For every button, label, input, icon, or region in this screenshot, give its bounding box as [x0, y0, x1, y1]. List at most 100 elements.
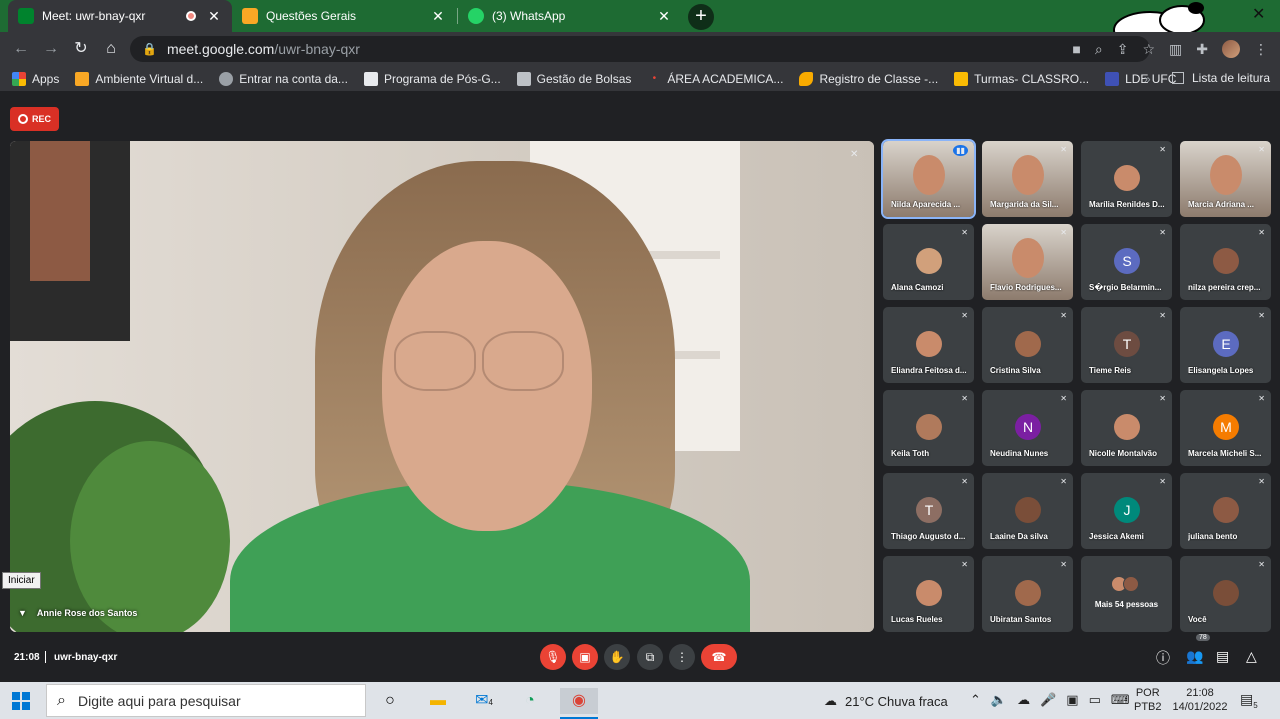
bookmark-area-academica[interactable]: • ÁREA ACADEMICA...: [647, 72, 784, 86]
address-bar[interactable]: 🔒 meet.google.com /uwr-bnay-qxr: [130, 36, 1150, 62]
share-icon[interactable]: ⇪: [1117, 41, 1129, 58]
participant-tile[interactable]: ✕ Laaine Da silva: [982, 473, 1073, 549]
leave-call-button[interactable]: ☎: [701, 644, 737, 670]
close-icon[interactable]: ✕: [206, 8, 222, 25]
more-options-button[interactable]: ⋮: [669, 644, 695, 670]
participant-tile[interactable]: ✕ Eliandra Feitosa d...: [883, 307, 974, 383]
bookmark-ambiente-virtual[interactable]: Ambiente Virtual d...: [75, 71, 203, 86]
participant-face: [913, 155, 945, 195]
bookmarks-overflow-button[interactable]: »: [1144, 72, 1151, 86]
participant-face: [1012, 238, 1044, 278]
mic-off-icon: ✕: [1258, 145, 1265, 154]
weather-widget[interactable]: ☁ 21°C Chuva fraca: [824, 693, 948, 709]
bolsas-icon: [516, 71, 531, 86]
camera-toggle-button[interactable]: ▣: [572, 644, 598, 670]
close-icon[interactable]: ✕: [430, 8, 446, 25]
microphone-icon[interactable]: 🎤: [1040, 692, 1056, 708]
reading-list-button[interactable]: Lista de leitura: [1172, 71, 1270, 85]
new-tab-button[interactable]: +: [688, 4, 714, 30]
battery-icon[interactable]: ▭: [1089, 692, 1101, 708]
bookmark-programa-pos[interactable]: Programa de Pós-G...: [363, 71, 501, 86]
reading-mode-icon[interactable]: ▥: [1169, 41, 1182, 58]
notification-center-icon[interactable]: ▤5: [1240, 691, 1258, 710]
profile-avatar[interactable]: [1222, 40, 1240, 58]
forward-arrow-icon[interactable]: →: [40, 38, 62, 60]
task-view-icon[interactable]: ○: [376, 688, 404, 714]
onedrive-icon[interactable]: ☁: [1017, 692, 1030, 708]
system-clock[interactable]: 21:08 14/01/2022: [1170, 686, 1230, 714]
keyboard-layout: PTB2: [1134, 701, 1162, 713]
chrome-icon[interactable]: ◉: [560, 688, 598, 714]
windows-start-icon[interactable]: [12, 692, 30, 710]
participant-tile[interactable]: J ✕ Jessica Akemi: [1081, 473, 1172, 549]
meet-stage: REC ✕ ▼ Annie Rose dos Santos ▮▮ Nilda Apa…: [0, 92, 1280, 682]
meeting-info-icon[interactable]: ⓘ: [1156, 648, 1170, 668]
mail-icon[interactable]: ✉4: [470, 688, 498, 714]
participant-tile[interactable]: ✕ Marcia Adriana ...: [1180, 141, 1271, 217]
window-close-icon[interactable]: ✕: [1252, 4, 1265, 24]
bookmark-star-icon[interactable]: ☆: [1142, 41, 1155, 58]
chat-icon[interactable]: ▤: [1216, 648, 1229, 665]
participant-tile[interactable]: ✕ juliana bento: [1180, 473, 1271, 549]
participant-count-badge: 78: [1196, 634, 1210, 641]
participant-tile[interactable]: ✕ Nicolle Montalvão: [1081, 390, 1172, 466]
meet-favicon-icon: [18, 8, 34, 24]
participant-tile[interactable]: E ✕ Elisangela Lopes: [1180, 307, 1271, 383]
people-icon[interactable]: 👥: [1186, 648, 1203, 665]
bookmark-gestao-bolsas[interactable]: Gestão de Bolsas: [516, 71, 631, 86]
tab-meet[interactable]: Meet: uwr-bnay-qxr ✕: [8, 0, 232, 32]
participant-tile[interactable]: ✕ Keila Toth: [883, 390, 974, 466]
raise-hand-button[interactable]: ✋: [604, 644, 630, 670]
reload-icon[interactable]: ↻: [70, 38, 92, 60]
participant-tile[interactable]: T ✕ Tieme Reis: [1081, 307, 1172, 383]
close-icon[interactable]: ✕: [656, 8, 672, 25]
present-screen-button[interactable]: ⧉: [637, 644, 663, 670]
participant-name: Tieme Reis: [1089, 366, 1132, 375]
participant-tile[interactable]: ▮▮ Nilda Aparecida ...: [881, 139, 976, 219]
extensions-icon[interactable]: ✚: [1196, 41, 1208, 58]
taskbar-search[interactable]: ⌕ Digite aqui para pesquisar: [46, 684, 366, 717]
participant-tile[interactable]: ✕ Ubiratan Santos: [982, 556, 1073, 632]
file-explorer-icon[interactable]: ▬: [424, 688, 452, 714]
mic-off-icon: ✕: [1159, 145, 1166, 154]
meet-tray-icon[interactable]: ▣: [1066, 692, 1078, 708]
tab-whatsapp[interactable]: (3) WhatsApp ✕: [458, 0, 682, 32]
participant-tile[interactable]: ✕ Marília Renildes D...: [1081, 141, 1172, 217]
participant-tile[interactable]: ✕ Margarida da Sil...: [982, 141, 1073, 217]
participant-tile[interactable]: S ✕ S�rgio Belarmin...: [1081, 224, 1172, 300]
participant-tile[interactable]: T ✕ Thiago Augusto d...: [883, 473, 974, 549]
participant-avatar: [1114, 414, 1140, 440]
bookmark-lde-ufc[interactable]: LDE UFC: [1105, 71, 1176, 86]
back-arrow-icon[interactable]: ←: [10, 38, 32, 60]
volume-icon[interactable]: 🔈: [991, 692, 1007, 708]
participant-avatar: [1213, 248, 1239, 274]
activities-icon[interactable]: △: [1246, 648, 1257, 665]
participant-tile[interactable]: Mais 54 pessoas: [1081, 556, 1172, 632]
system-tray: ⌃ 🔈 ☁ 🎤 ▣ ▭ ⌨: [970, 692, 1130, 708]
participant-tile[interactable]: N ✕ Neudina Nunes: [982, 390, 1073, 466]
keyboard-icon[interactable]: ⌨: [1111, 692, 1130, 708]
plant: [70, 441, 230, 632]
tray-expand-icon[interactable]: ⌃: [970, 692, 981, 708]
edge-icon[interactable]: ◔: [516, 688, 544, 714]
participant-tile[interactable]: ✕ Alana Camozi: [883, 224, 974, 300]
participant-tile[interactable]: ✕ Cristina Silva: [982, 307, 1073, 383]
main-speaker-tile[interactable]: ✕ ▼ Annie Rose dos Santos: [10, 141, 874, 632]
camera-icon[interactable]: ■: [1072, 41, 1080, 57]
participant-tile[interactable]: ✕ Você: [1180, 556, 1271, 632]
participant-tile[interactable]: ✕ nilza pereira crep...: [1180, 224, 1271, 300]
menu-kebab-icon[interactable]: ⋮: [1254, 41, 1268, 58]
bookmark-entrar-conta[interactable]: Entrar na conta da...: [219, 71, 348, 86]
participant-tile[interactable]: ✕ Lucas Rueles: [883, 556, 974, 632]
bookmark-apps[interactable]: Apps: [12, 71, 59, 86]
bookmark-turmas-classroom[interactable]: Turmas- CLASSRO...: [954, 71, 1089, 86]
bookmark-registro-classe[interactable]: Registro de Classe -...: [799, 71, 938, 86]
participant-tile[interactable]: M ✕ Marcela Micheli S...: [1180, 390, 1271, 466]
mic-toggle-button[interactable]: 🎙: [540, 644, 566, 670]
participant-initial-avatar: M: [1213, 414, 1239, 440]
participant-tile[interactable]: ✕ Flavio Rodrigues...: [982, 224, 1073, 300]
tab-questoes[interactable]: Questões Gerais ✕: [232, 0, 456, 32]
zoom-icon[interactable]: ⌕: [1095, 41, 1103, 58]
home-icon[interactable]: ⌂: [100, 38, 122, 60]
input-language[interactable]: POR PTB2: [1134, 686, 1162, 714]
